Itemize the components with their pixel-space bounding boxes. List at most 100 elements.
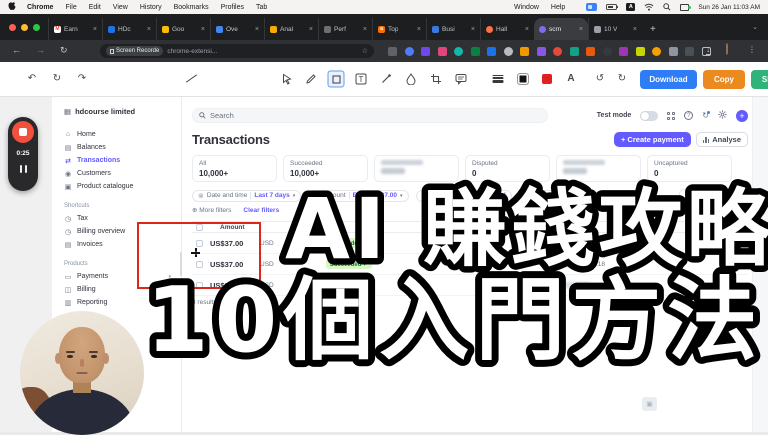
wifi-icon[interactable] <box>644 3 654 11</box>
extension-icon[interactable] <box>471 47 480 56</box>
menu-item-file[interactable]: File <box>65 4 76 11</box>
browser-tab-anal[interactable]: Anal× <box>264 18 318 40</box>
extension-icon[interactable] <box>504 47 513 56</box>
back-button[interactable]: ← <box>12 46 21 55</box>
browser-tab-10-v[interactable]: 10 V× <box>588 18 642 40</box>
extension-icon[interactable] <box>586 47 595 56</box>
table-row[interactable]: US$37.00USDSucceeded ✓:18 <box>192 254 748 275</box>
close-window-button[interactable] <box>9 24 16 31</box>
browser-tab-busi[interactable]: Busi× <box>426 18 480 40</box>
extension-icon[interactable] <box>388 47 397 56</box>
tab-close-icon[interactable]: × <box>633 26 637 33</box>
extension-icon[interactable] <box>669 47 678 56</box>
tab-close-icon[interactable]: × <box>525 26 529 33</box>
extension-icon[interactable] <box>438 47 447 56</box>
extension-icon[interactable] <box>553 47 562 56</box>
status-card-uncaptured[interactable]: Uncaptured0 <box>647 155 732 182</box>
tab-close-icon[interactable]: × <box>579 26 583 33</box>
share-button[interactable]: Share <box>751 70 768 89</box>
amount-filter-chip[interactable]: ⊗ Amount Exactly $37.00 ▾ <box>308 190 408 202</box>
tab-close-icon[interactable]: × <box>363 26 367 33</box>
quick-add-button[interactable]: + <box>736 110 748 122</box>
more-filters-button[interactable]: ⊕ More filters <box>192 206 231 214</box>
feedback-widget-icon[interactable]: ▣ <box>642 397 657 411</box>
notifications-icon[interactable]: ↻ <box>702 112 709 120</box>
menu-item-profiles[interactable]: Profiles <box>221 4 244 11</box>
menu-item-tab[interactable]: Tab <box>256 4 267 11</box>
extension-icon[interactable] <box>405 47 414 56</box>
browser-tab-hdc[interactable]: HDc× <box>102 18 156 40</box>
table-row[interactable]: US$37.00USDSucceeded ✓5:18 <box>192 233 748 254</box>
menu-item-help[interactable]: Help <box>551 4 565 11</box>
address-bar[interactable]: Screen Recorde chrome-extensi... ☆ <box>100 44 374 58</box>
payment-method-filter-chip[interactable]: ⊗ Payment method <box>519 190 589 202</box>
tab-close-icon[interactable]: × <box>201 26 205 33</box>
status-card-disputed[interactable]: Disputed0 <box>465 155 550 182</box>
screen-recording-status-icon[interactable] <box>586 3 597 11</box>
redo-button[interactable]: ↷ <box>78 74 86 84</box>
account-switcher[interactable]: ▦ hdcourse limited <box>64 107 181 116</box>
status-card-succeeded[interactable]: Succeeded10,000+ <box>283 155 368 182</box>
reset-button[interactable]: ↻ <box>53 74 61 84</box>
battery-icon[interactable] <box>606 4 617 10</box>
tab-close-icon[interactable]: × <box>471 26 475 33</box>
menu-item-window[interactable]: Window <box>514 4 539 11</box>
browser-tab-top[interactable]: aTop× <box>372 18 426 40</box>
settings-gear-icon[interactable] <box>718 110 727 121</box>
spotlight-search-icon[interactable] <box>663 3 671 11</box>
extension-icon[interactable] <box>454 47 463 56</box>
extension-icon[interactable] <box>636 47 645 56</box>
remove-filter-icon[interactable]: ⊗ <box>525 192 531 200</box>
clear-filters-button[interactable]: Clear filters <box>243 207 279 214</box>
remove-filter-icon[interactable]: ⊗ <box>422 192 428 200</box>
extension-icon[interactable] <box>603 47 612 56</box>
copy-button[interactable]: Copy <box>703 70 745 89</box>
download-button[interactable]: Download <box>640 70 697 89</box>
extension-icon[interactable] <box>685 47 694 56</box>
sidebar-item-product-catalogue[interactable]: ▣Product catalogue <box>64 180 181 193</box>
status-card-blurred[interactable] <box>556 155 641 182</box>
tab-close-icon[interactable]: × <box>93 26 97 33</box>
menu-bar-clock[interactable]: Sun 26 Jan 11:03 AM <box>698 4 760 11</box>
browser-tab-perf[interactable]: Perf× <box>318 18 372 40</box>
sidebar-item-customers[interactable]: ◉Customers <box>64 167 181 180</box>
browser-tab-hall[interactable]: Hall× <box>480 18 534 40</box>
menu-item-edit[interactable]: Edit <box>89 4 101 11</box>
sidebar-item-reporting[interactable]: ▥Reporting▾ <box>64 296 181 309</box>
date-filter-chip[interactable]: ⊗ Date and time Last 7 days ▾ <box>192 190 301 202</box>
profile-avatar[interactable] <box>726 45 728 54</box>
browser-tab-earn[interactable]: MEarn× <box>48 18 102 40</box>
sidebar-item-transactions[interactable]: ⇄Transactions <box>64 154 181 167</box>
search-input[interactable]: Search <box>192 108 548 123</box>
stop-recording-button[interactable] <box>12 121 34 143</box>
browser-tab-scrn[interactable]: scrn× <box>534 18 588 40</box>
table-row[interactable]: US$37.00USDSucceeded ✓ <box>192 275 748 296</box>
sidebar-item-balances[interactable]: ▤Balances <box>64 141 181 154</box>
tab-close-icon[interactable]: × <box>309 26 313 33</box>
rotate-left-button[interactable]: ↺ <box>596 74 604 84</box>
analyse-button[interactable]: Analyse <box>696 132 748 147</box>
sidebar-item-home[interactable]: ⌂Home <box>64 128 181 141</box>
bookmark-star-icon[interactable]: ☆ <box>362 47 368 55</box>
new-tab-button[interactable]: + <box>650 24 656 35</box>
tab-close-icon[interactable]: × <box>147 26 151 33</box>
remove-filter-icon[interactable]: ⊗ <box>198 192 204 200</box>
create-payment-button[interactable]: + Create payment <box>614 132 691 147</box>
forward-button[interactable]: → <box>36 46 45 55</box>
export-button[interactable]: Export <box>679 189 714 202</box>
tab-search-chevron-icon[interactable]: ⌄ <box>752 23 758 31</box>
status-card-all[interactable]: All10,000+ <box>192 155 277 182</box>
menu-item-view[interactable]: View <box>113 4 128 11</box>
browser-tab-goo[interactable]: Goo× <box>156 18 210 40</box>
webcam-overlay[interactable] <box>20 311 144 435</box>
extension-icon[interactable] <box>487 47 496 56</box>
display-status-icon[interactable] <box>680 4 689 11</box>
browser-tab-ove[interactable]: Ove× <box>210 18 264 40</box>
menu-item-history[interactable]: History <box>140 4 162 11</box>
remove-filter-icon[interactable]: ⊗ <box>314 192 320 200</box>
extension-icon[interactable] <box>421 47 430 56</box>
pause-recording-button[interactable] <box>20 165 27 173</box>
downloads-icon[interactable]: ↓ <box>706 46 710 55</box>
menu-item-bookmarks[interactable]: Bookmarks <box>174 4 209 11</box>
extension-icon[interactable] <box>520 47 529 56</box>
